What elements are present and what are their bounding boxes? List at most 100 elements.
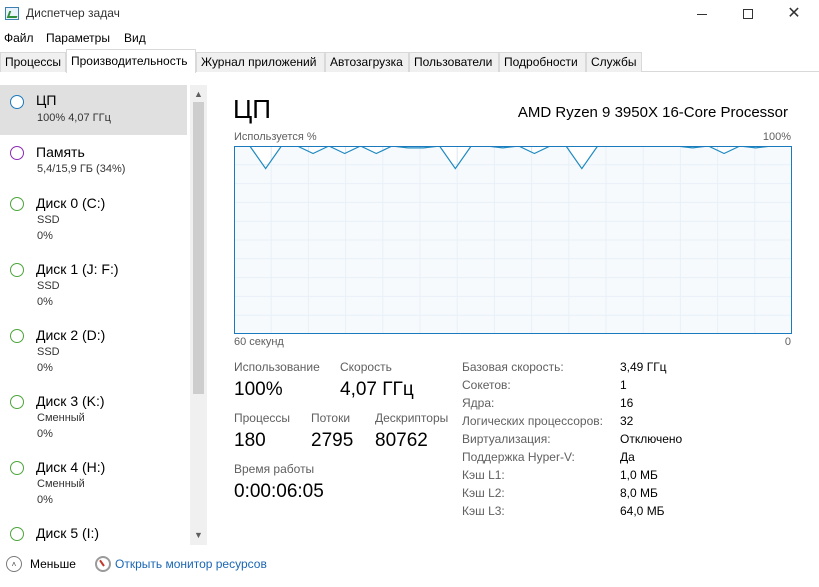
sidebar-item-disk-2[interactable]: Диск 2 (D:) SSD 0% xyxy=(0,320,187,382)
spec-label-hyper-v: Поддержка Hyper-V: xyxy=(462,450,575,464)
spec-value-l3-cache: 64,0 МБ xyxy=(620,504,665,518)
spec-value-l2-cache: 8,0 МБ xyxy=(620,486,658,500)
spec-value-hyper-v: Да xyxy=(620,450,635,464)
spec-label-logical-processors: Логических процессоров: xyxy=(462,414,603,428)
handles-value: 80762 xyxy=(375,430,428,451)
sidebar-item-title: Диск 5 (I:) xyxy=(36,525,100,541)
tab-services[interactable]: Службы xyxy=(586,52,642,72)
tab-details[interactable]: Подробности xyxy=(499,52,586,72)
threads-label: Потоки xyxy=(311,411,351,425)
sidebar-scrollbar[interactable]: ▲ ▼ xyxy=(190,85,207,545)
sidebar-item-title: Диск 0 (C:) xyxy=(36,195,106,211)
resource-monitor-icon[interactable] xyxy=(95,556,111,572)
sidebar-item-disk-3[interactable]: Диск 3 (K:) Сменный 0% xyxy=(0,386,187,448)
scroll-down-icon[interactable]: ▼ xyxy=(190,526,207,543)
sidebar-item-sub: 5,4/15,9 ГБ (34%) xyxy=(37,163,126,175)
task-manager-icon xyxy=(5,7,19,20)
page-title: ЦП xyxy=(233,94,271,124)
spec-value-base-speed: 3,49 ГГц xyxy=(620,360,667,374)
spec-label-l3-cache: Кэш L3: xyxy=(462,504,505,518)
spec-label-cores: Ядра: xyxy=(462,396,495,410)
threads-value: 2795 xyxy=(311,430,354,451)
disk-mini-graph-icon xyxy=(10,461,24,475)
sidebar-item-title: Память xyxy=(36,144,85,160)
cpu-usage-graph xyxy=(234,146,792,334)
tab-startup[interactable]: Автозагрузка xyxy=(325,52,409,72)
graph-x-min-label: 0 xyxy=(784,336,791,348)
tab-bar: Процессы Производительность Журнал прило… xyxy=(0,48,819,73)
sidebar-item-usage: 0% xyxy=(37,230,53,242)
spec-value-l1-cache: 1,0 МБ xyxy=(620,468,658,482)
title-bar: Диспетчер задач ✕ xyxy=(0,0,819,28)
spec-label-l1-cache: Кэш L1: xyxy=(462,468,505,482)
spec-label-sockets: Сокетов: xyxy=(462,378,511,392)
spec-label-l2-cache: Кэш L2: xyxy=(462,486,505,500)
collapse-chevron-icon[interactable]: ˄ xyxy=(6,556,22,572)
processes-value: 180 xyxy=(234,430,266,451)
disk-mini-graph-icon xyxy=(10,263,24,277)
spec-label-base-speed: Базовая скорость: xyxy=(462,360,564,374)
sidebar-item-title: Диск 3 (K:) xyxy=(36,393,105,409)
spec-value-cores: 16 xyxy=(620,396,634,410)
disk-mini-graph-icon xyxy=(10,197,24,211)
tab-processes[interactable]: Процессы xyxy=(0,52,66,72)
window-title: Диспетчер задач xyxy=(26,6,120,20)
sidebar-item-disk-0[interactable]: Диск 0 (C:) SSD 0% xyxy=(0,188,187,250)
graph-y-max-label: 100% xyxy=(762,131,791,143)
sidebar-item-sub: SSD xyxy=(37,280,60,292)
open-resource-monitor-link[interactable]: Открыть монитор ресурсов xyxy=(115,557,267,571)
sidebar-item-memory[interactable]: Память 5,4/15,9 ГБ (34%) xyxy=(0,137,187,183)
tab-users[interactable]: Пользователи xyxy=(409,52,499,72)
graph-x-label: 60 секунд xyxy=(234,336,284,348)
sidebar-item-sub: Сменный xyxy=(37,478,85,490)
menu-view[interactable]: Вид xyxy=(124,31,146,45)
sidebar-item-usage: 0% xyxy=(37,296,53,308)
cpu-usage-area xyxy=(234,146,792,334)
cpu-mini-graph-icon xyxy=(10,95,24,109)
memory-mini-graph-icon xyxy=(10,146,24,160)
sidebar-item-sub: Сменный xyxy=(37,412,85,424)
handles-label: Дескрипторы xyxy=(375,411,449,425)
minimize-button[interactable] xyxy=(679,0,725,28)
spec-value-logical-processors: 32 xyxy=(620,414,634,428)
minimize-icon xyxy=(697,13,707,15)
scroll-thumb[interactable] xyxy=(193,102,204,394)
sidebar-item-usage: 0% xyxy=(37,428,53,440)
menu-file[interactable]: Файл xyxy=(4,31,34,45)
graph-y-label: Используется % xyxy=(234,131,317,143)
sidebar-item-usage: 0% xyxy=(37,362,53,374)
spec-label-virtualization: Виртуализация: xyxy=(462,432,551,446)
scroll-up-icon[interactable]: ▲ xyxy=(190,85,207,102)
menu-bar: Файл Параметры Вид xyxy=(0,28,819,48)
close-button[interactable]: ✕ xyxy=(771,0,817,28)
resource-sidebar: ЦП 100% 4,07 ГГц Память 5,4/15,9 ГБ (34%… xyxy=(0,85,190,545)
usage-label: Использование xyxy=(234,360,320,374)
close-icon: ✕ xyxy=(787,5,801,22)
menu-options[interactable]: Параметры xyxy=(46,31,110,45)
sidebar-item-disk-5[interactable]: Диск 5 (I:) xyxy=(0,518,187,545)
sidebar-item-sub: SSD xyxy=(37,214,60,226)
sidebar-item-title: Диск 2 (D:) xyxy=(36,327,106,343)
sidebar-item-sub: SSD xyxy=(37,346,60,358)
uptime-value: 0:00:06:05 xyxy=(234,481,324,502)
footer: ˄ Меньше Открыть монитор ресурсов xyxy=(0,552,819,587)
sidebar-item-disk-4[interactable]: Диск 4 (H:) Сменный 0% xyxy=(0,452,187,514)
maximize-icon xyxy=(743,9,753,19)
disk-mini-graph-icon xyxy=(10,527,24,541)
sidebar-item-disk-1[interactable]: Диск 1 (J: F:) SSD 0% xyxy=(0,254,187,316)
maximize-button[interactable] xyxy=(725,0,771,28)
sidebar-item-title: Диск 1 (J: F:) xyxy=(36,261,119,277)
tab-performance[interactable]: Производительность xyxy=(66,49,196,73)
sidebar-item-usage: 0% xyxy=(37,494,53,506)
sidebar-item-title: ЦП xyxy=(36,92,57,108)
usage-value: 100% xyxy=(234,379,283,400)
sidebar-item-cpu[interactable]: ЦП 100% 4,07 ГГц xyxy=(0,85,187,135)
spec-value-sockets: 1 xyxy=(620,378,627,392)
disk-mini-graph-icon xyxy=(10,395,24,409)
fewer-details-button[interactable]: Меньше xyxy=(30,557,76,571)
tab-app-history[interactable]: Журнал приложений xyxy=(196,52,325,72)
spec-value-virtualization: Отключено xyxy=(620,432,683,446)
disk-mini-graph-icon xyxy=(10,329,24,343)
speed-value: 4,07 ГГц xyxy=(340,379,414,400)
sidebar-item-sub: 100% 4,07 ГГц xyxy=(37,112,111,124)
